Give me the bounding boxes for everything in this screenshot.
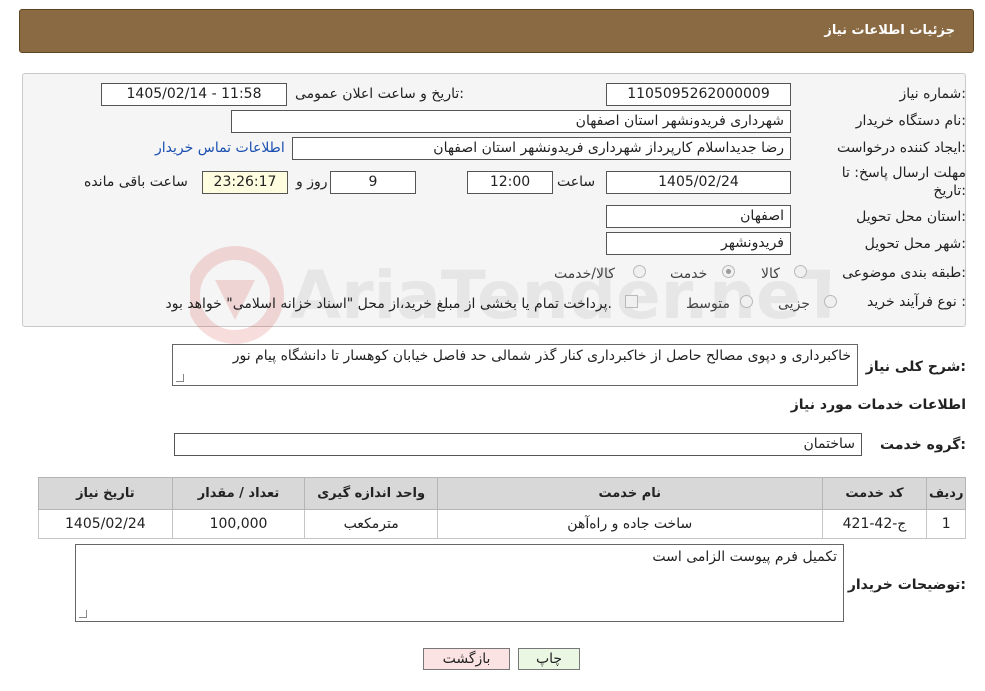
summary-text: خاکبرداری و دپوی مصالح حاصل از خاکبرداری… <box>232 348 851 364</box>
summary-field[interactable]: خاکبرداری و دپوی مصالح حاصل از خاکبرداری… <box>172 344 858 386</box>
deadline-date-field: 1405/02/24 <box>606 171 791 194</box>
treasury-note: پرداخت تمام یا بخشی از مبلغ خرید،از محل … <box>165 296 612 312</box>
page-header: جزئیات اطلاعات نیاز <box>19 9 974 53</box>
cell-date: 1405/02/24 <box>38 509 173 539</box>
announce-label: تاریخ و ساعت اعلان عمومی: <box>295 86 464 102</box>
category-kala-khedmat-option: کالا/خدمت <box>554 266 615 282</box>
print-button[interactable]: چاپ <box>518 648 580 670</box>
province-field: اصفهان <box>606 205 791 228</box>
buyer-notes-field[interactable]: تکمیل فرم پیوست الزامی است <box>75 544 844 622</box>
deadline-label-line1: مهلت ارسال پاسخ: تا <box>841 165 966 181</box>
process-jozi-radio[interactable] <box>824 295 837 308</box>
category-label: طبقه بندی موضوعی: <box>842 265 966 281</box>
need-number-label: شماره نیاز: <box>899 86 966 102</box>
days-label: روز و <box>296 174 328 190</box>
need-number-field: 1105095262000009 <box>606 83 791 106</box>
col-qty-header: تعداد / مقدار <box>171 477 306 510</box>
creator-field: رضا جدیداسلام کارپرداز شهرداری فریدونشهر… <box>292 137 791 160</box>
process-type-label: نوع فرآیند خرید : <box>867 294 966 310</box>
process-motevaset-radio[interactable] <box>740 295 753 308</box>
col-unit-header: واحد اندازه گیری <box>304 477 438 510</box>
cell-unit: مترمکعب <box>304 509 438 539</box>
announce-datetime-field: 1405/02/14 - 11:58 <box>101 83 287 106</box>
category-kala-khedmat-radio[interactable] <box>633 265 646 278</box>
table-header-row: ردیف کد خدمت نام خدمت واحد اندازه گیری ت… <box>38 477 966 510</box>
buyer-contact-link[interactable]: اطلاعات تماس خریدار <box>155 140 285 156</box>
deadline-time-field: 12:00 <box>467 171 553 194</box>
service-group-field: ساختمان <box>174 433 862 456</box>
category-khedmat-radio[interactable] <box>722 265 735 278</box>
cell-name: ساخت جاده و راه‌آهن <box>436 509 823 539</box>
process-jozi-option: جزیی <box>778 296 810 312</box>
remaining-time-field: 23:26:17 <box>202 171 288 194</box>
category-kala-option: کالا <box>761 266 780 282</box>
province-label: استان محل تحویل: <box>856 209 966 225</box>
city-field: فریدونشهر <box>606 232 791 255</box>
service-group-label: گروه خدمت: <box>880 437 966 453</box>
cell-qty: 100,000 <box>171 509 306 539</box>
summary-label: شرح کلی نیاز: <box>865 359 966 375</box>
buyer-notes-label: توضیحات خریدار: <box>847 577 966 593</box>
category-khedmat-option: خدمت <box>670 266 708 282</box>
cell-row: 1 <box>926 509 966 539</box>
services-table: ردیف کد خدمت نام خدمت واحد اندازه گیری ت… <box>38 477 966 539</box>
services-section-title: اطلاعات خدمات مورد نیاز <box>790 397 966 413</box>
cell-code: ج-42-421 <box>821 509 928 539</box>
resize-handle-icon[interactable] <box>79 610 87 618</box>
back-button[interactable]: بازگشت <box>423 648 510 670</box>
process-motevaset-option: متوسط <box>686 296 730 312</box>
table-row: 1 ج-42-421 ساخت جاده و راه‌آهن مترمکعب 1… <box>38 509 966 539</box>
city-label: شهر محل تحویل: <box>864 236 966 252</box>
col-name-header: نام خدمت <box>436 477 823 510</box>
col-code-header: کد خدمت <box>821 477 928 510</box>
treasury-checkbox[interactable] <box>625 295 638 308</box>
buyer-org-label: نام دستگاه خریدار: <box>855 113 966 129</box>
deadline-label-line2: تاریخ: <box>933 183 966 199</box>
col-row-header: ردیف <box>926 477 966 510</box>
page-title: جزئیات اطلاعات نیاز <box>824 23 955 38</box>
buyer-org-field: شهرداری فریدونشهر استان اصفهان <box>231 110 791 133</box>
days-remaining-field: 9 <box>330 171 416 194</box>
col-date-header: تاریخ نیاز <box>38 477 173 510</box>
creator-label: ایجاد کننده درخواست: <box>837 140 966 156</box>
category-kala-radio[interactable] <box>794 265 807 278</box>
deadline-hour-label: ساعت <box>557 174 596 190</box>
buyer-notes-text: تکمیل فرم پیوست الزامی است <box>652 549 837 565</box>
remaining-label: ساعت باقی مانده <box>84 174 188 190</box>
resize-handle-icon[interactable] <box>176 374 184 382</box>
